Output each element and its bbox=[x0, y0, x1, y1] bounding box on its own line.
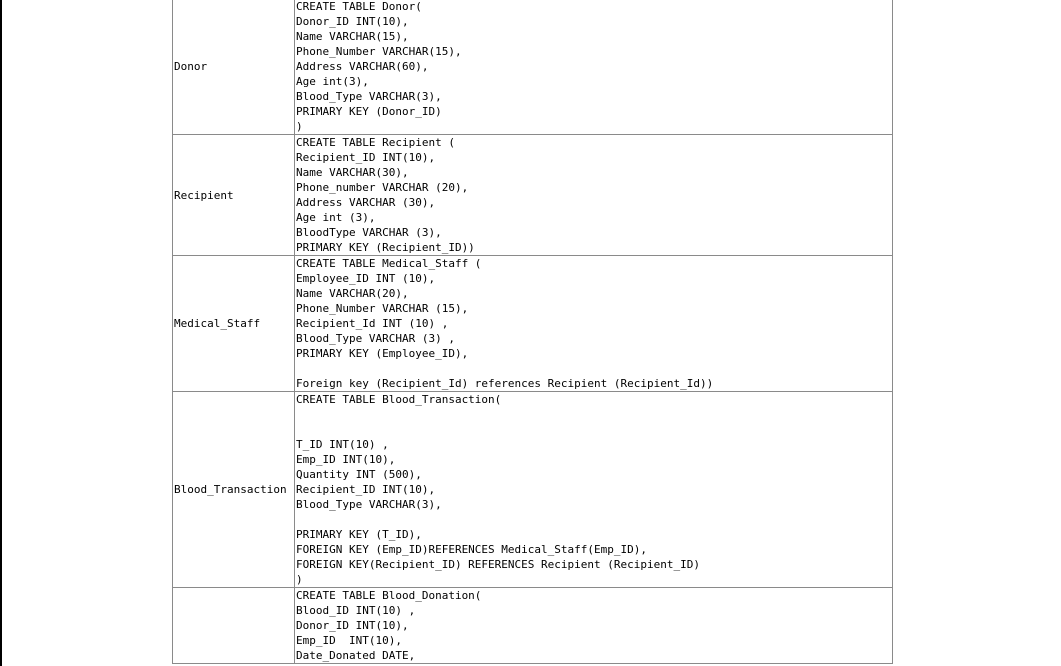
sql-line: CREATE TABLE Blood_Transaction( bbox=[296, 393, 502, 406]
sql-line: CREATE TABLE Blood_Donation( bbox=[296, 589, 482, 602]
sql-line: Age int (3), bbox=[296, 211, 376, 224]
sql-line: FOREIGN KEY(Recipient_ID) REFERENCES Rec… bbox=[296, 558, 700, 571]
table-row: Blood_Transaction CREATE TABLE Blood_Tran… bbox=[172, 391, 893, 588]
sql-line: Recipient_Id INT (10) , bbox=[296, 317, 449, 330]
sql-line: Address VARCHAR (30), bbox=[296, 196, 436, 209]
sql-line: ) bbox=[296, 120, 303, 133]
table-name-cell: Blood_Transaction bbox=[172, 391, 295, 588]
sql-line: Name VARCHAR(30), bbox=[296, 166, 409, 179]
sql-line: Name VARCHAR(20), bbox=[296, 287, 409, 300]
table-row: CREATE TABLE Blood_Donation( Blood_ID INT… bbox=[172, 587, 893, 664]
sql-line: Quantity INT (500), bbox=[296, 468, 422, 481]
sql-definition-cell: CREATE TABLE Donor( Donor_ID INT(10), Name… bbox=[294, 0, 893, 135]
sql-definition-cell: CREATE TABLE Blood_Donation( Blood_ID INT… bbox=[294, 587, 893, 664]
sql-line: Emp_ID INT(10), bbox=[296, 634, 402, 647]
table-row: Medical_Staff CREATE TABLE Medical_Staff … bbox=[172, 255, 893, 392]
sql-line: PRIMARY KEY (Donor_ID) bbox=[296, 105, 442, 118]
sql-line: T_ID INT(10) , bbox=[296, 438, 389, 451]
sql-line: Employee_ID INT (10), bbox=[296, 272, 436, 285]
sql-line: CREATE TABLE Medical_Staff ( bbox=[296, 257, 482, 270]
sql-line: FOREIGN KEY (Emp_ID)REFERENCES Medical_S… bbox=[296, 543, 647, 556]
sql-line: Emp_ID INT(10), bbox=[296, 453, 396, 466]
sql-line: Date_Donated DATE, bbox=[296, 649, 416, 662]
table-name-cell: Medical_Staff bbox=[172, 255, 295, 392]
sql-line: Blood_ID INT(10) , bbox=[296, 604, 416, 617]
sql-line bbox=[296, 361, 892, 376]
sql-line: Age int(3), bbox=[296, 75, 369, 88]
schema-table: Donor CREATE TABLE Donor( Donor_ID INT(10)… bbox=[172, 0, 893, 664]
sql-line bbox=[296, 512, 892, 527]
sql-definition-cell: CREATE TABLE Blood_Transaction( T_ID INT(… bbox=[294, 391, 893, 588]
sql-line: PRIMARY KEY (Employee_ID), bbox=[296, 347, 469, 360]
sql-line: Blood_Type VARCHAR(3), bbox=[296, 90, 442, 103]
sql-line: Blood_Type VARCHAR(3), bbox=[296, 498, 442, 511]
sql-line: CREATE TABLE Recipient ( bbox=[296, 136, 455, 149]
sql-definition-cell: CREATE TABLE Recipient ( Recipient_ID INT… bbox=[294, 134, 893, 256]
sql-line bbox=[296, 407, 892, 422]
sql-line: Recipient_ID INT(10), bbox=[296, 483, 436, 496]
table-name-cell: Donor bbox=[172, 0, 295, 135]
sql-line: Blood_Type VARCHAR (3) , bbox=[296, 332, 455, 345]
table-row: Donor CREATE TABLE Donor( Donor_ID INT(10)… bbox=[172, 0, 893, 135]
sql-line: Phone_Number VARCHAR (15), bbox=[296, 302, 469, 315]
window-left-border bbox=[0, 0, 2, 666]
sql-line: Donor_ID INT(10), bbox=[296, 15, 409, 28]
sql-line: Name VARCHAR(15), bbox=[296, 30, 409, 43]
sql-line: BloodType VARCHAR (3), bbox=[296, 226, 442, 239]
document-page: Donor CREATE TABLE Donor( Donor_ID INT(10)… bbox=[0, 0, 1061, 666]
sql-line: Donor_ID INT(10), bbox=[296, 619, 409, 632]
sql-definition-cell: CREATE TABLE Medical_Staff ( Employee_ID … bbox=[294, 255, 893, 392]
sql-line: Phone_number VARCHAR (20), bbox=[296, 181, 469, 194]
table-name-cell: Recipient bbox=[172, 134, 295, 256]
table-row: Recipient CREATE TABLE Recipient ( Recipie… bbox=[172, 134, 893, 256]
sql-line bbox=[296, 422, 892, 437]
sql-line: ) bbox=[296, 573, 303, 586]
sql-line: Recipient_ID INT(10), bbox=[296, 151, 436, 164]
sql-line: PRIMARY KEY (T_ID), bbox=[296, 528, 422, 541]
sql-line: PRIMARY KEY (Recipient_ID)) bbox=[296, 241, 475, 254]
schema-table-body: Donor CREATE TABLE Donor( Donor_ID INT(10)… bbox=[172, 0, 893, 664]
sql-line: Address VARCHAR(60), bbox=[296, 60, 429, 73]
table-name-cell bbox=[172, 587, 295, 664]
sql-line: CREATE TABLE Donor( bbox=[296, 0, 422, 13]
sql-line: Foreign key (Recipient_Id) references Re… bbox=[296, 377, 714, 390]
sql-line: Phone_Number VARCHAR(15), bbox=[296, 45, 462, 58]
